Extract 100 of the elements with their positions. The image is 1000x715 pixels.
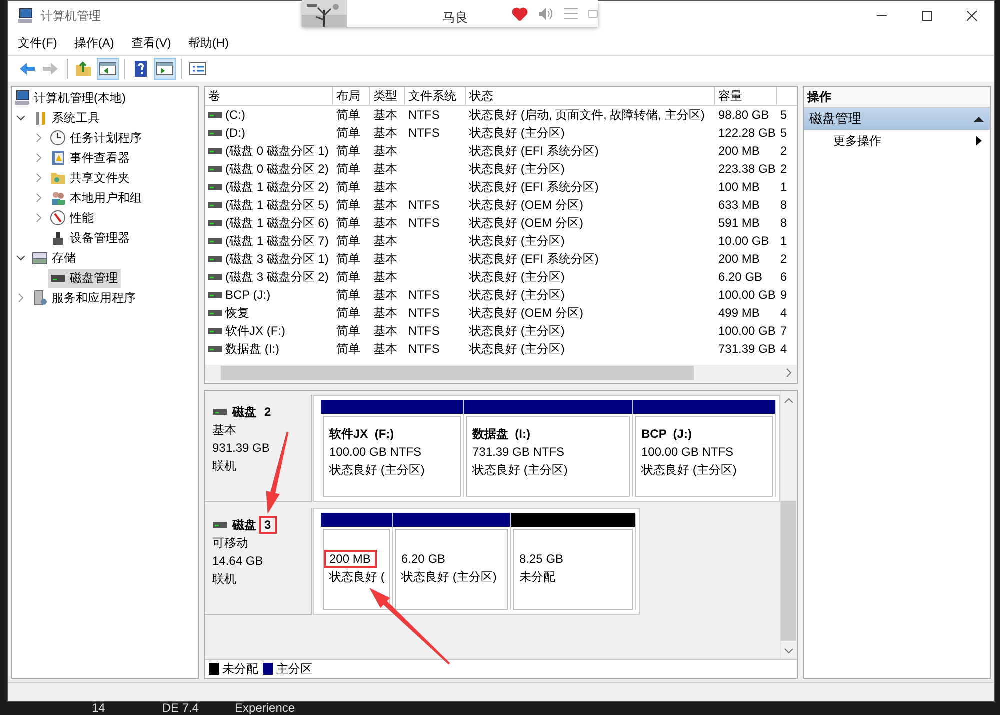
table-cell-text: 8 — [780, 215, 788, 232]
drive-icon — [32, 250, 48, 266]
tree-item[interactable]: 服务和应用程序 — [30, 288, 139, 308]
expand-chevron-icon[interactable] — [34, 153, 44, 163]
tree-item[interactable]: 性能 — [48, 208, 97, 228]
table-cell-text: 状态良好 (主分区) — [468, 269, 566, 286]
drive-icon — [212, 522, 226, 528]
partition-status: 状态良好 (主分区) — [330, 462, 426, 479]
table-cell-text: 状态良好 (主分区) — [468, 341, 566, 358]
column-header[interactable]: 卷 — [204, 87, 332, 106]
partition-status: 状态良好 (主分区) — [642, 462, 738, 479]
column-header[interactable]: 容量 — [714, 87, 776, 106]
table-cell-text: 状态良好 (EFI 系统分区) — [468, 179, 600, 196]
volume-icon[interactable] — [538, 6, 554, 20]
scrollbar-thumb[interactable] — [220, 366, 694, 380]
table-cell-text: NTFS — [408, 125, 441, 142]
table-cell-text: 基本 — [372, 305, 398, 322]
table-cell-text: 2 — [780, 143, 788, 160]
table-cell: 恢复 — [204, 304, 332, 322]
legend-label: 未分配 — [222, 660, 258, 678]
back-arrow-icon — [18, 60, 36, 78]
disk-name: 磁盘 — [232, 517, 256, 534]
tree-item[interactable]: 共享文件夹 — [48, 168, 133, 188]
table-cell-text: 基本 — [372, 341, 398, 358]
expand-chevron-icon[interactable] — [34, 193, 44, 203]
action-link[interactable]: 更多操作 — [834, 132, 882, 150]
scroll-up-icon[interactable] — [784, 397, 794, 405]
menu-item[interactable]: 操作(A) — [74, 34, 124, 52]
table-cell-text: 简单 — [336, 215, 362, 232]
table-cell-text: NTFS — [408, 197, 441, 214]
table-cell-text: 200 MB — [718, 143, 761, 160]
table-cell: (磁盘 1 磁盘分区 7) — [204, 232, 332, 250]
tree-item[interactable]: 磁盘管理 — [48, 268, 121, 288]
horizontal-scrollbar[interactable] — [204, 365, 796, 381]
column-header[interactable]: 布局 — [332, 87, 370, 106]
collapse-chevron-icon[interactable] — [16, 253, 26, 263]
table-cell-text: NTFS — [408, 287, 441, 304]
table-cell-text: 简单 — [336, 323, 362, 340]
tree-item[interactable]: 设备管理器 — [48, 228, 133, 248]
partition-status: 状态良好 (主分区) — [472, 462, 569, 479]
menu-icon[interactable] — [564, 8, 578, 20]
expand-chevron-icon[interactable] — [16, 293, 26, 303]
tree-item[interactable]: 存储 — [30, 248, 79, 268]
maximize-icon[interactable] — [922, 11, 932, 21]
table-cell-text: 状态良好 (OEM 分区) — [468, 215, 584, 232]
drive-icon — [208, 310, 222, 316]
table-cell-text: 状态良好 (主分区) — [468, 125, 566, 142]
tree-item[interactable]: 事件查看器 — [48, 148, 133, 168]
tree-item[interactable]: 任务计划程序 — [48, 128, 145, 148]
menu-item[interactable]: 帮助(H) — [188, 34, 238, 52]
table-cell-text: 简单 — [336, 251, 362, 268]
tree-item[interactable]: 计算机管理(本地) — [12, 88, 129, 108]
heart-icon[interactable] — [512, 6, 528, 20]
table-cell-text: 基本 — [372, 251, 398, 268]
menu-item[interactable]: 查看(V) — [131, 34, 180, 52]
disk-number: 3 — [258, 516, 278, 534]
partition-label: 软件JX (F:) — [330, 426, 396, 443]
table-cell-text: 状态良好 (主分区) — [468, 161, 566, 178]
table-cell-text: 6 — [780, 269, 788, 286]
toolbar-button[interactable] — [97, 58, 119, 80]
column-header[interactable]: 状态 — [466, 87, 714, 106]
background-text: Experience — [235, 702, 296, 715]
menu-item[interactable]: 文件(F) — [18, 34, 66, 52]
drive-icon — [212, 409, 226, 415]
window-title: 计算机管理 — [41, 8, 101, 24]
scrollbar-thumb[interactable] — [781, 501, 796, 641]
folder-icon — [50, 170, 66, 186]
table-cell-text: 简单 — [336, 143, 362, 160]
expand-chevron-icon[interactable] — [34, 173, 44, 183]
table-cell: (磁盘 0 磁盘分区 1) — [204, 142, 332, 160]
table-cell: (磁盘 1 磁盘分区 5) — [204, 196, 332, 214]
partition-status: 状态良好 ( — [330, 569, 384, 586]
collapse-triangle-icon[interactable] — [974, 116, 984, 122]
tree-item[interactable]: 本地用户和组 — [48, 188, 145, 208]
tree-item[interactable]: 系统工具 — [30, 108, 103, 128]
collapse-chevron-icon[interactable] — [16, 113, 26, 123]
scroll-right-icon[interactable] — [784, 368, 792, 378]
table-cell-text: 499 MB — [718, 305, 761, 322]
table-cell-text: 简单 — [336, 269, 362, 286]
table-cell-text: 10.00 GB — [718, 233, 770, 250]
expand-chevron-icon[interactable] — [34, 213, 44, 223]
vertical-scrollbar[interactable] — [780, 391, 796, 659]
disk-status: 联机 — [212, 571, 238, 588]
scroll-down-icon[interactable] — [784, 647, 794, 655]
toolbar-button[interactable] — [154, 58, 176, 80]
section-header[interactable]: 磁盘管理 — [804, 108, 990, 130]
drive-icon — [208, 166, 222, 172]
table-cell-text: 简单 — [336, 341, 362, 358]
close-icon[interactable] — [966, 11, 976, 21]
table-cell: 数据盘 (I:) — [204, 340, 332, 358]
people-icon — [50, 190, 66, 206]
table-cell-text: NTFS — [408, 305, 441, 322]
column-header[interactable]: 类型 — [370, 87, 404, 106]
expand-chevron-icon[interactable] — [34, 133, 44, 143]
computer-icon — [14, 90, 30, 106]
table-cell-text: 4 — [780, 341, 788, 358]
column-header[interactable]: 文件系统 — [404, 87, 466, 106]
help-icon — [132, 60, 150, 78]
table-cell-text: 98.80 GB — [718, 107, 770, 124]
table-cell-text: 5 — [780, 125, 788, 142]
